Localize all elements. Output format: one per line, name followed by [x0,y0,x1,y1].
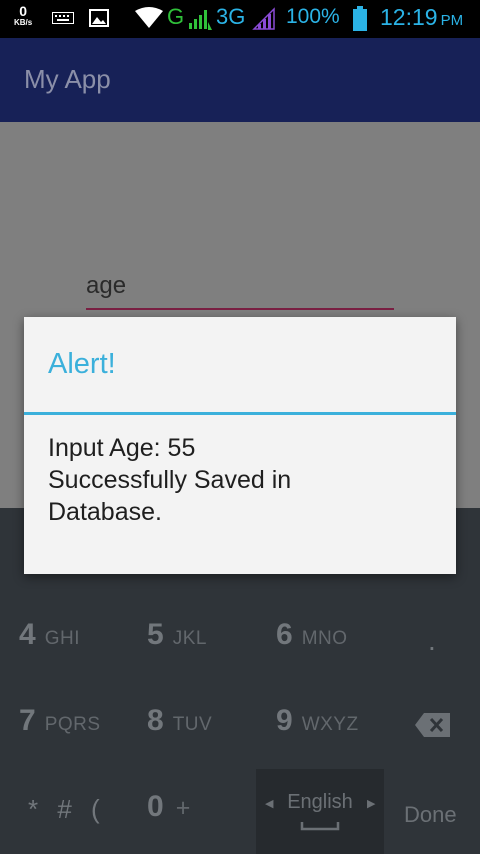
dialog-message: Input Age: 55 Successfully Saved in Data… [48,432,438,528]
key-digit: 4 [19,618,36,651]
age-input[interactable]: age [86,266,394,310]
key-5[interactable]: 5 JKL [147,618,207,652]
key-digit: 0 [147,790,164,823]
net-speed-unit: KB/s [14,18,33,27]
key-language-space[interactable]: ◀ English ▶ [256,769,384,854]
net-speed-indicator: 0 KB/s [14,4,32,27]
network-3g-label: 3G [216,4,246,29]
key-dot[interactable]: . [428,625,436,657]
signal-strength-icon [252,7,275,30]
key-0[interactable]: 0 + [147,790,191,824]
battery-icon [353,6,367,31]
key-letters: WXYZ [301,714,359,735]
net-speed-value: 0 [19,3,28,19]
battery-percentage: 100% [286,5,340,28]
status-clock: 12:19 PM [380,4,463,31]
key-symbols[interactable]: * # ( [28,794,106,825]
key-digit: 7 [19,704,36,737]
dialog-divider [24,412,456,415]
wifi-icon [135,7,163,28]
dialog-title: Alert! [48,348,116,380]
key-letters: JKL [172,628,207,649]
clock-ampm: PM [440,12,464,29]
key-letters: GHI [44,628,80,649]
dialog-message-line: Input Age: 55 [48,434,196,462]
status-bar: 0 KB/s G 3G 100% 12:19 PM [0,0,480,38]
key-digit: 6 [276,618,293,651]
image-notification-icon [89,9,109,27]
alert-dialog: Alert! Input Age: 55 Successfully Saved … [24,317,456,574]
key-digit: 9 [276,704,293,737]
clock-time: 12:19 [380,4,438,30]
backspace-icon[interactable] [414,712,452,738]
key-digit: 8 [147,704,164,737]
signal-strength-icon [189,10,212,30]
key-letters: + [175,794,191,822]
key-letters: TUV [172,714,213,735]
app-bar: My App [0,38,480,122]
dialog-message-line: Database. [48,498,162,526]
keyboard-icon [52,12,74,24]
done-key[interactable]: Done [404,802,457,828]
key-letters: MNO [301,628,348,649]
key-digit: 5 [147,618,164,651]
key-4[interactable]: 4 GHI [19,618,80,652]
key-8[interactable]: 8 TUV [147,704,212,738]
key-9[interactable]: 9 WXYZ [276,704,359,738]
language-label: English [287,791,353,813]
key-letters: PQRS [44,714,101,735]
dialog-message-line: Successfully Saved in [48,466,292,494]
app-title: My App [24,64,111,94]
key-7[interactable]: 7 PQRS [19,704,101,738]
network-g-label: G [167,4,185,29]
lang-next-icon: ▶ [367,797,376,810]
space-bar-icon [300,822,340,831]
key-6[interactable]: 6 MNO [276,618,348,652]
